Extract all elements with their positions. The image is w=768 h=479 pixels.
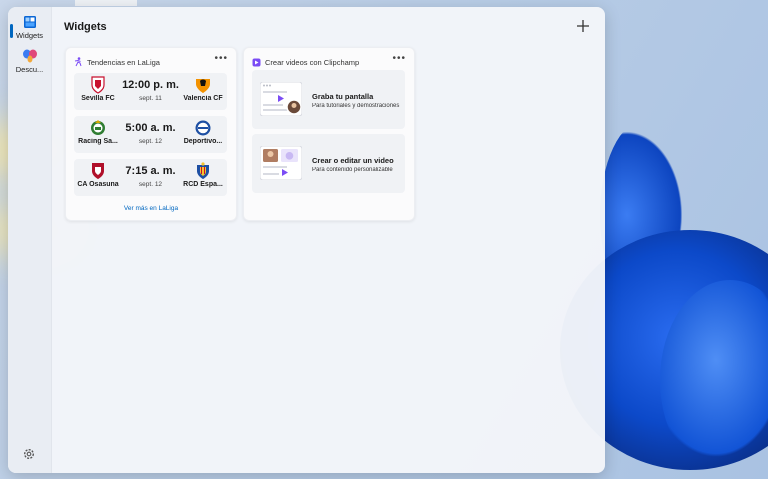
widget-menu-button[interactable]: ••• <box>214 53 228 64</box>
racing-crest-icon <box>91 120 105 135</box>
valencia-crest-icon <box>196 79 210 93</box>
clip-item-title: Crear o editar un video <box>312 156 394 165</box>
video-editor-thumbnail <box>260 146 302 180</box>
widgets-panel: Widgets Descu... Widgets Tendencias en L… <box>8 7 605 473</box>
widget-title: Tendencias en LaLiga <box>87 57 160 67</box>
clip-item-subtitle: Para tutoriales y demostraciones <box>312 103 400 109</box>
home-team: Sevilla FC <box>75 76 121 102</box>
laliga-widget[interactable]: Tendencias en LaLiga ••• Sevilla FC 12:0… <box>65 47 237 221</box>
match-date: sept. 12 <box>138 181 163 188</box>
team-name: Racing Sa... <box>78 138 118 145</box>
team-name: Sevilla FC <box>81 95 115 102</box>
away-team: Deportivo... <box>180 119 226 145</box>
clip-item-title: Graba tu pantalla <box>312 92 374 101</box>
record-screen-item[interactable]: Graba tu pantalla Para tutoriales y demo… <box>252 70 405 129</box>
sidebar-item-label: Widgets <box>15 31 44 40</box>
widgets-icon <box>23 16 36 28</box>
discover-icon <box>22 49 37 63</box>
widget-header: Tendencias en LaLiga <box>74 56 228 68</box>
widget-header: Crear videos con Clipchamp <box>252 56 406 68</box>
match-row[interactable]: Sevilla FC 12:00 p. m. sept. 11 Valencia… <box>74 73 227 110</box>
sidebar-item-discover[interactable]: Descu... <box>8 49 51 74</box>
osasuna-crest-icon <box>92 163 104 179</box>
match-time: 5:00 a. m. <box>125 122 176 134</box>
widget-title: Crear videos con Clipchamp <box>265 57 360 67</box>
sidebar-item-widgets[interactable]: Widgets <box>8 15 51 40</box>
screen-recording-thumbnail <box>260 82 302 116</box>
background-window-edge <box>75 0 137 6</box>
home-team: Racing Sa... <box>75 119 121 145</box>
clipchamp-icon <box>252 58 261 66</box>
page-title: Widgets <box>64 21 107 33</box>
soccer-player-icon <box>74 57 82 67</box>
team-name: Valencia CF <box>183 95 223 102</box>
match-date: sept. 11 <box>139 95 162 102</box>
deportivo-crest-icon <box>195 120 211 136</box>
widgets-board: Widgets Tendencias en LaLiga ••• Sevilla… <box>52 7 605 473</box>
create-edit-video-item[interactable]: Crear o editar un video Para contenido p… <box>252 134 405 193</box>
match-time: 12:00 p. m. <box>122 79 179 91</box>
clipchamp-widget[interactable]: Crear videos con Clipchamp ••• Graba tu … <box>243 47 415 221</box>
match-row[interactable]: CA Osasuna 7:15 a. m. sept. 12 RCD Espa.… <box>74 159 227 196</box>
team-name: Deportivo... <box>183 138 223 145</box>
widget-menu-button[interactable]: ••• <box>392 53 406 64</box>
match-time: 7:15 a. m. <box>125 165 176 177</box>
sidebar-item-label: Descu... <box>15 65 44 74</box>
clip-item-subtitle: Para contenido personalizable <box>312 167 393 173</box>
team-name: CA Osasuna <box>77 181 119 188</box>
away-team: RCD Espa... <box>180 162 226 188</box>
see-more-link[interactable]: Ver más en LaLiga <box>66 205 236 212</box>
gear-icon[interactable] <box>22 447 36 461</box>
away-team: Valencia CF <box>180 76 226 102</box>
espanyol-crest-icon <box>197 162 209 179</box>
widgets-sidebar: Widgets Descu... <box>8 7 52 473</box>
match-row[interactable]: Racing Sa... 5:00 a. m. sept. 12 Deporti… <box>74 116 227 153</box>
add-widget-icon[interactable] <box>574 17 592 35</box>
team-name: RCD Espa... <box>183 181 223 188</box>
match-date: sept. 12 <box>138 138 163 145</box>
sevilla-crest-icon <box>91 76 105 94</box>
home-team: CA Osasuna <box>75 162 121 188</box>
